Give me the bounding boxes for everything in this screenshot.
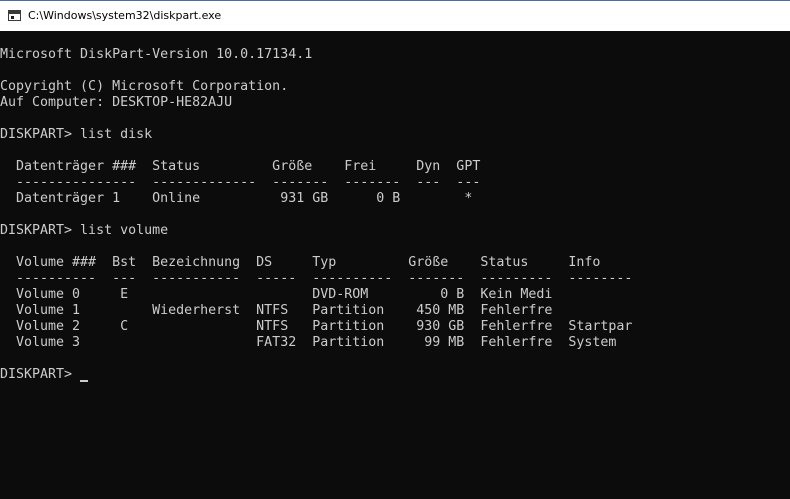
console-line-command-list-volume: DISKPART> list volume xyxy=(0,223,169,238)
volume-table-header: Volume ### Bst Bezeichnung DS Typ Größe … xyxy=(0,255,601,270)
console-line-copyright: Copyright (C) Microsoft Corporation. xyxy=(0,79,289,94)
console-window: C:\Windows\system32\diskpart.exe Microso… xyxy=(0,0,790,499)
volume-table-row: Volume 2 C NTFS Partition 930 GB Fehlerf… xyxy=(0,319,633,334)
volume-table-row: Volume 0 E DVD-ROM 0 B Kein Medi xyxy=(0,287,553,302)
console-prompt-line[interactable]: DISKPART> xyxy=(0,367,89,383)
disk-table-header: Datenträger ### Status Größe Frei Dyn GP… xyxy=(0,159,481,174)
volume-table-separator: ---------- --- ----------- ----- -------… xyxy=(0,271,633,286)
console-app-icon[interactable] xyxy=(8,10,21,21)
console-line-version: Microsoft DiskPart-Version 10.0.17134.1 xyxy=(0,47,313,62)
text-cursor xyxy=(80,380,89,382)
console-line-computer: Auf Computer: DESKTOP-HE82AJU xyxy=(0,95,233,110)
volume-table-row: Volume 3 FAT32 Partition 99 MB Fehlerfre… xyxy=(0,335,617,350)
volume-table-row: Volume 1 Wiederherst NTFS Partition 450 … xyxy=(0,303,553,318)
disk-table-row: Datenträger 1 Online 931 GB 0 B * xyxy=(0,191,473,206)
console-prompt: DISKPART> xyxy=(0,367,81,382)
window-title: C:\Windows\system32\diskpart.exe xyxy=(28,9,222,22)
title-bar[interactable]: C:\Windows\system32\diskpart.exe xyxy=(0,0,790,31)
console-line-command-list-disk: DISKPART> list disk xyxy=(0,127,153,142)
console-output[interactable]: Microsoft DiskPart-Version 10.0.17134.1 … xyxy=(0,31,790,499)
disk-table-separator: --------------- ------------- ------- --… xyxy=(0,175,481,190)
